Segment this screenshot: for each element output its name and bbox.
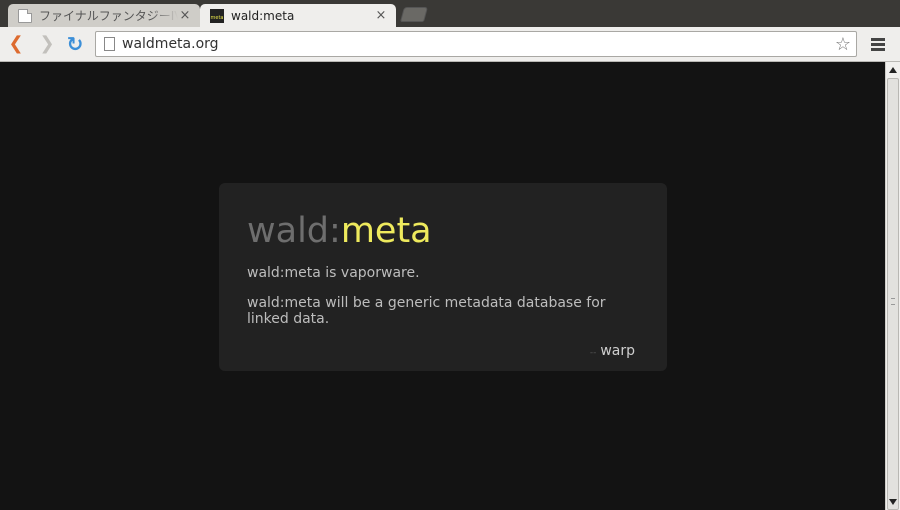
tab-title: ファイナルファンタジーIV - su: [39, 9, 178, 23]
title-part-wald: wald:: [247, 211, 341, 251]
forward-icon[interactable]: ❯: [37, 34, 57, 54]
tab-final-fantasy[interactable]: ファイナルファンタジーIV - su ×: [8, 4, 200, 27]
scroll-down-arrow-icon[interactable]: [889, 499, 897, 505]
tab-title: wald:meta: [231, 8, 295, 23]
vertical-scrollbar[interactable]: [885, 62, 900, 510]
bookmark-star-icon[interactable]: ☆: [832, 34, 854, 55]
scroll-up-arrow-icon[interactable]: [889, 67, 897, 73]
menu-icon[interactable]: [868, 36, 888, 54]
description-text: wald:meta will be a generic metadata dat…: [247, 295, 606, 327]
title-part-meta: meta: [340, 211, 432, 251]
back-icon[interactable]: ❮: [6, 34, 26, 54]
scroll-thumb[interactable]: [887, 78, 899, 510]
content-card: wald:meta wald:meta is vaporware. wald:m…: [219, 183, 667, 371]
browser-toolbar: ❮ ❯ ↻ waldmeta.org ☆: [0, 27, 900, 62]
tab-wald-meta[interactable]: meta wald:meta ×: [200, 4, 396, 27]
new-tab-button[interactable]: [399, 7, 429, 22]
tab-strip: ファイナルファンタジーIV - su × meta wald:meta ×: [0, 0, 900, 27]
page-viewport: wald:meta wald:meta is vaporware. wald:m…: [0, 62, 885, 510]
page-icon: [104, 37, 115, 51]
intro-text: wald:meta is vaporware.: [247, 265, 420, 281]
site-favicon: meta: [210, 8, 224, 23]
signature-dash: --: [589, 348, 597, 358]
address-bar[interactable]: waldmeta.org ☆: [95, 31, 857, 57]
page-title: wald:meta: [247, 209, 639, 253]
signature-name: warp: [600, 343, 635, 359]
page-icon: [18, 8, 32, 23]
reload-icon[interactable]: ↻: [65, 34, 85, 54]
close-icon[interactable]: ×: [374, 8, 388, 23]
signature: -- warp: [590, 343, 635, 359]
url-text[interactable]: waldmeta.org: [122, 36, 832, 52]
close-icon[interactable]: ×: [178, 8, 192, 23]
